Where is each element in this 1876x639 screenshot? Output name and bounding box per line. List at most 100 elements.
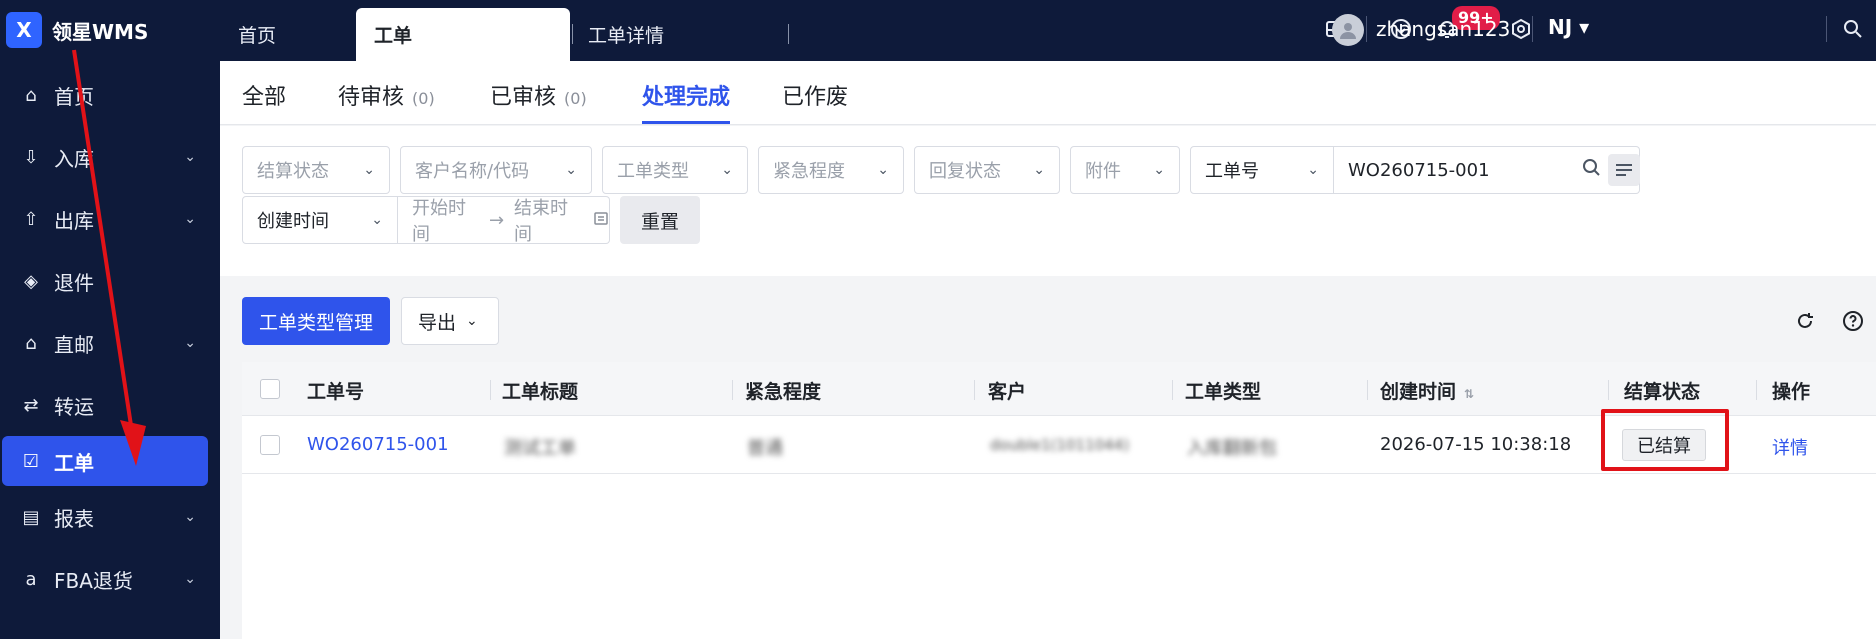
chevron-down-icon: ⌄ — [877, 162, 889, 178]
order-number-link[interactable]: WO260715-001 — [307, 434, 449, 455]
status-tabs: 全部 待审核 (0) 已审核 (0) 处理完成 已作废 — [220, 61, 1876, 125]
tab-count: (0) — [412, 89, 435, 108]
tab-label: 待审核 — [338, 85, 405, 110]
tab-divider — [572, 24, 573, 44]
brand-name: 领星WMS — [52, 19, 149, 44]
chevron-down-icon: ⌄ — [184, 335, 196, 351]
inbound-icon: ⇩ — [23, 146, 39, 168]
tab-label: 已审核 — [490, 85, 557, 110]
top-bar: 首页 工单 工单详情 — [220, 0, 1876, 61]
transfer-icon: ⇄ — [23, 394, 39, 416]
tab-label: 处理完成 — [642, 85, 731, 110]
column-divider — [732, 380, 733, 400]
customer-select[interactable]: 客户名称/代码 ⌄ — [400, 146, 592, 194]
column-divider — [1608, 380, 1609, 400]
avatar[interactable] — [1332, 14, 1364, 46]
tab-count: (0) — [564, 89, 587, 108]
created-time: 2026-07-15 10:38:18 — [1380, 434, 1572, 455]
report-icon: ▤ — [22, 506, 40, 528]
chevron-down-icon: ⌄ — [371, 212, 383, 228]
sidebar: X 领星WMS ⌂ 首页 ⇩ 入库 ⌄ ⇧ 出库 ⌄ ◈ 退件 ⌂ 直邮 ⌄ ⇄… — [0, 0, 220, 639]
sidebar-item-label: 首页 — [54, 84, 94, 109]
column-divider — [1756, 380, 1757, 400]
column-header: 紧急程度 — [745, 381, 822, 403]
time-field-select[interactable]: 创建时间 ⌄ — [242, 196, 398, 244]
select-all-checkbox[interactable] — [260, 379, 280, 399]
work-order-table: 工单号 工单标题 紧急程度 客户 工单类型 创建时间 ⇅ 结算状态 操作 WO26… — [242, 362, 1876, 639]
active-tab-indicator — [642, 121, 730, 124]
settlement-status-select[interactable]: 结算状态 ⌄ — [242, 146, 390, 194]
refresh-icon[interactable] — [1790, 306, 1820, 336]
chevron-down-icon: ⌄ — [565, 162, 577, 178]
tab-label: 全部 — [242, 85, 287, 110]
column-header: 操作 — [1772, 381, 1811, 403]
column-divider — [490, 380, 491, 400]
reset-button[interactable]: 重置 — [620, 196, 700, 244]
arrow-right-icon: → — [488, 209, 505, 231]
tab-label: 首页 — [238, 25, 277, 47]
select-placeholder: 工单类型 — [617, 161, 689, 182]
order-type-select[interactable]: 工单类型 ⌄ — [602, 146, 748, 194]
sidebar-item-returns[interactable]: ◈ 退件 — [0, 250, 220, 312]
sidebar-item-label: 退件 — [54, 270, 94, 295]
column-header: 工单标题 — [502, 381, 579, 403]
search-icon[interactable] — [1582, 158, 1602, 183]
search-field-select[interactable]: 工单号 ⌄ — [1190, 146, 1334, 194]
detail-link[interactable]: 详情 — [1772, 434, 1808, 460]
filter-panel: 结算状态 ⌄ 客户名称/代码 ⌄ 工单类型 ⌄ 紧急程度 ⌄ 回复状态 ⌄ 附件 ⌄ 工单号… — [220, 126, 1876, 276]
tab-done[interactable]: 处理完成 — [642, 79, 730, 111]
urgency-value: 普通 — [747, 438, 783, 459]
select-value: 工单号 — [1205, 161, 1259, 182]
sidebar-item-label: 入库 — [54, 146, 94, 171]
manage-order-types-button[interactable]: 工单类型管理 — [242, 297, 390, 345]
search-icon[interactable] — [1838, 14, 1868, 44]
sidebar-item-reports[interactable]: ▤ 报表 ⌄ — [0, 486, 220, 548]
help-icon[interactable] — [1838, 306, 1868, 336]
sidebar-item-inbound[interactable]: ⇩ 入库 ⌄ — [0, 126, 220, 188]
tab-void[interactable]: 已作废 — [782, 79, 848, 111]
warehouse-selector[interactable]: NJ ▾ — [1548, 15, 1589, 39]
tab-home[interactable]: 首页 — [238, 8, 358, 61]
tab-divider — [788, 24, 789, 44]
date-range-picker[interactable]: 开始时间 → 结束时间 — [398, 196, 610, 245]
chevron-down-icon: ⌄ — [363, 162, 375, 178]
select-placeholder: 客户名称/代码 — [415, 161, 530, 182]
select-placeholder: 结算状态 — [257, 161, 329, 182]
column-divider — [1367, 380, 1368, 400]
username[interactable]: zhangsan123 — [1376, 17, 1510, 41]
urgency-select[interactable]: 紧急程度 ⌄ — [758, 146, 904, 194]
sidebar-item-outbound[interactable]: ⇧ 出库 ⌄ — [0, 188, 220, 250]
column-header-sortable[interactable]: 创建时间 ⇅ — [1380, 377, 1474, 404]
button-label: 工单类型管理 — [258, 311, 373, 334]
reply-status-select[interactable]: 回复状态 ⌄ — [914, 146, 1060, 194]
tab-all[interactable]: 全部 — [242, 79, 286, 111]
tab-pending[interactable]: 待审核 (0) — [338, 79, 435, 111]
tab-work-order[interactable]: 工单 — [356, 8, 570, 61]
sidebar-menu: ⌂ 首页 ⇩ 入库 ⌄ ⇧ 出库 ⌄ ◈ 退件 ⌂ 直邮 ⌄ ⇄ 转运 ☑ 工单 — [0, 64, 220, 610]
sidebar-item-direct-mail[interactable]: ⌂ 直邮 ⌄ — [0, 312, 220, 374]
sidebar-item-home[interactable]: ⌂ 首页 — [0, 64, 220, 126]
select-value: 创建时间 — [257, 211, 329, 232]
export-button[interactable]: 导出 ⌄ — [401, 297, 499, 345]
divider — [1826, 16, 1827, 42]
tab-reviewed[interactable]: 已审核 (0) — [490, 79, 587, 111]
attachment-select[interactable]: 附件 ⌄ — [1070, 146, 1180, 194]
column-header: 工单号 — [307, 381, 365, 403]
column-divider — [974, 380, 975, 400]
sidebar-item-label: FBA退货 — [54, 568, 133, 593]
direct-mail-icon: ⌂ — [25, 332, 37, 354]
chevron-down-icon: ⌄ — [184, 149, 196, 165]
multi-search-icon[interactable] — [1608, 154, 1640, 186]
row-checkbox[interactable] — [260, 435, 280, 455]
chevron-down-icon: ⌄ — [1307, 162, 1319, 178]
order-title: 测试工单 — [504, 438, 576, 459]
select-placeholder: 紧急程度 — [773, 161, 845, 182]
end-time-placeholder: 结束时间 — [514, 198, 569, 245]
divider — [1532, 16, 1533, 42]
sidebar-item-fba-returns[interactable]: a FBA退货 ⌄ — [0, 548, 220, 610]
sidebar-item-label: 工单 — [54, 450, 94, 475]
sidebar-item-work-order[interactable]: ☑ 工单 — [2, 436, 208, 486]
sidebar-item-transfer[interactable]: ⇄ 转运 — [0, 374, 220, 436]
tab-work-order-detail[interactable]: 工单详情 — [588, 8, 768, 61]
brand[interactable]: X 领星WMS — [0, 0, 220, 60]
